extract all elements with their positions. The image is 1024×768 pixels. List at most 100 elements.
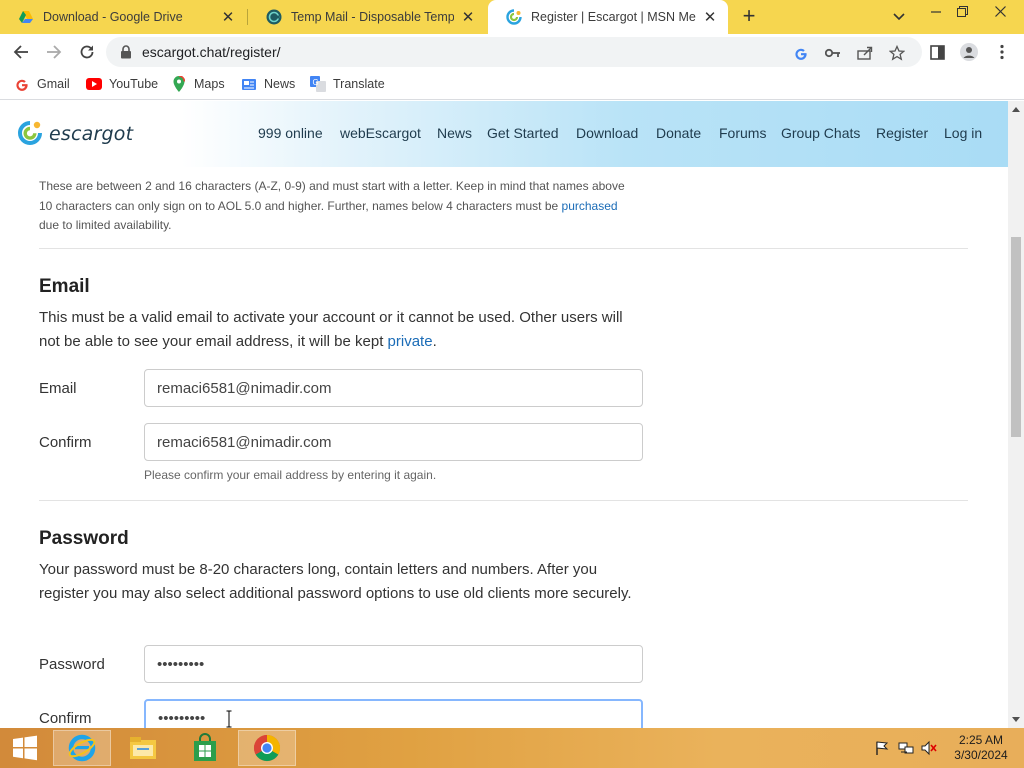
confirm-email-field[interactable]: [144, 423, 643, 461]
email-description-part1: This must be a valid email to activate y…: [39, 309, 623, 350]
bookmark-label: News: [264, 77, 296, 91]
section-divider: [39, 248, 968, 249]
scroll-down-icon[interactable]: [1012, 717, 1020, 722]
share-icon[interactable]: [856, 44, 874, 62]
google-drive-icon: [19, 11, 33, 23]
network-icon[interactable]: [898, 740, 914, 756]
bookmark-gmail[interactable]: Gmail: [14, 76, 70, 92]
password-heading: Password: [39, 528, 129, 549]
new-tab-button[interactable]: +: [738, 5, 760, 28]
text-cursor-icon: [226, 710, 232, 728]
email-field[interactable]: [144, 369, 643, 407]
scroll-up-icon[interactable]: [1012, 107, 1020, 112]
store-icon[interactable]: [176, 730, 234, 766]
star-icon[interactable]: [888, 44, 906, 62]
confirm-email-label: Confirm: [39, 434, 92, 451]
minimize-button[interactable]: [926, 3, 946, 19]
tab-title: Temp Mail - Disposable Temporary Email: [291, 10, 454, 24]
site-logo[interactable]: escargot: [18, 120, 133, 148]
brand-name: escargot: [49, 123, 134, 145]
nav-group-chats[interactable]: Group Chats: [781, 125, 860, 141]
nav-news[interactable]: News: [437, 125, 472, 141]
password-label: Password: [39, 656, 105, 673]
nav-get-started[interactable]: Get Started: [487, 125, 559, 141]
google-icon[interactable]: [792, 44, 810, 62]
url-text[interactable]: escargot.chat/register/: [142, 44, 281, 60]
username-help-part2: due to limited availability.: [39, 218, 172, 232]
system-clock[interactable]: 2:25 AM 3/30/2024: [948, 733, 1014, 763]
youtube-icon: [86, 76, 102, 92]
tab-escargot-register[interactable]: Register | Escargot | MSN Messenger ✕: [488, 0, 728, 34]
email-heading: Email: [39, 276, 90, 297]
minimize-icon: [931, 11, 941, 13]
nav-webescargot[interactable]: webEscargot: [340, 125, 421, 141]
profile-avatar-icon[interactable]: [960, 43, 978, 61]
close-tab-icon[interactable]: ✕: [220, 9, 236, 26]
password-description: Your password must be 8-20 characters lo…: [39, 561, 632, 602]
reload-button[interactable]: [76, 41, 98, 63]
browser-toolbar: escargot.chat/register/: [0, 34, 1024, 70]
close-tab-icon[interactable]: ✕: [702, 9, 718, 26]
section-divider: [39, 500, 968, 501]
private-link[interactable]: private: [388, 333, 433, 350]
news-icon: [241, 76, 257, 92]
side-panel-icon[interactable]: [928, 43, 946, 61]
svg-text:G: G: [313, 78, 319, 87]
lock-icon[interactable]: [120, 45, 132, 59]
bookmark-translate[interactable]: G Translate: [310, 76, 385, 92]
password-field[interactable]: [144, 645, 643, 683]
close-tab-icon[interactable]: ✕: [460, 9, 476, 26]
bookmark-news[interactable]: News: [241, 76, 295, 92]
maps-icon: [171, 76, 187, 92]
tab-google-drive[interactable]: Download - Google Drive ✕: [0, 0, 246, 34]
tab-strip: Download - Google Drive ✕ Temp Mail - Di…: [0, 0, 1024, 34]
tab-temp-mail[interactable]: Temp Mail - Disposable Temporary Email ✕: [247, 0, 486, 34]
restore-icon: [956, 5, 968, 17]
username-help-text: These are between 2 and 16 characters (A…: [39, 177, 639, 236]
temp-mail-icon: [266, 9, 282, 25]
bookmark-label: YouTube: [109, 77, 159, 91]
scrollbar-thumb[interactable]: [1011, 237, 1021, 437]
start-button[interactable]: [0, 730, 50, 766]
address-bar[interactable]: escargot.chat/register/: [106, 37, 922, 67]
bookmark-youtube[interactable]: YouTube: [86, 76, 158, 92]
username-help-part1: These are between 2 and 16 characters (A…: [39, 179, 625, 213]
flag-icon[interactable]: [874, 740, 890, 756]
reload-icon: [80, 45, 94, 59]
back-button[interactable]: [10, 41, 32, 63]
file-explorer-icon[interactable]: [114, 730, 172, 766]
nav-donate[interactable]: Donate: [656, 125, 701, 141]
nav-download[interactable]: Download: [576, 125, 638, 141]
nav-log-in[interactable]: Log in: [944, 125, 982, 141]
bookmark-maps[interactable]: Maps: [171, 76, 225, 92]
windows-taskbar: 2:25 AM 3/30/2024: [0, 728, 1024, 768]
arrow-right-icon: [47, 45, 62, 59]
key-icon[interactable]: [824, 44, 842, 62]
chevron-down-icon[interactable]: [890, 9, 908, 25]
close-icon: [994, 5, 1006, 17]
nav-forums[interactable]: Forums: [719, 125, 766, 141]
bookmark-label: Maps: [194, 77, 225, 91]
nav-register[interactable]: Register: [876, 125, 928, 141]
email-description: This must be a valid email to activate y…: [39, 306, 639, 354]
bookmark-label: Translate: [333, 77, 385, 91]
clock-time: 2:25 AM: [958, 733, 1004, 747]
email-label: Email: [39, 380, 77, 397]
nav-online-count[interactable]: 999 online: [258, 125, 323, 141]
restore-button[interactable]: [952, 3, 972, 19]
page-scrollbar[interactable]: [1008, 101, 1024, 728]
volume-muted-icon[interactable]: [921, 740, 937, 756]
bookmarks-bar: Gmail YouTube Maps News G Translate: [0, 70, 1024, 100]
purchased-link[interactable]: purchased: [562, 199, 618, 213]
escargot-icon: [506, 9, 522, 25]
close-window-button[interactable]: [990, 3, 1010, 19]
clock-date: 3/30/2024: [954, 748, 1008, 762]
confirm-password-label: Confirm: [39, 710, 92, 727]
chrome-icon[interactable]: [238, 730, 296, 766]
confirm-password-field[interactable]: [144, 699, 643, 728]
more-menu-icon[interactable]: [993, 43, 1011, 61]
windows-logo-icon: [13, 735, 37, 761]
internet-explorer-icon[interactable]: [53, 730, 111, 766]
forward-button[interactable]: [43, 41, 65, 63]
translate-icon: G: [310, 76, 326, 92]
